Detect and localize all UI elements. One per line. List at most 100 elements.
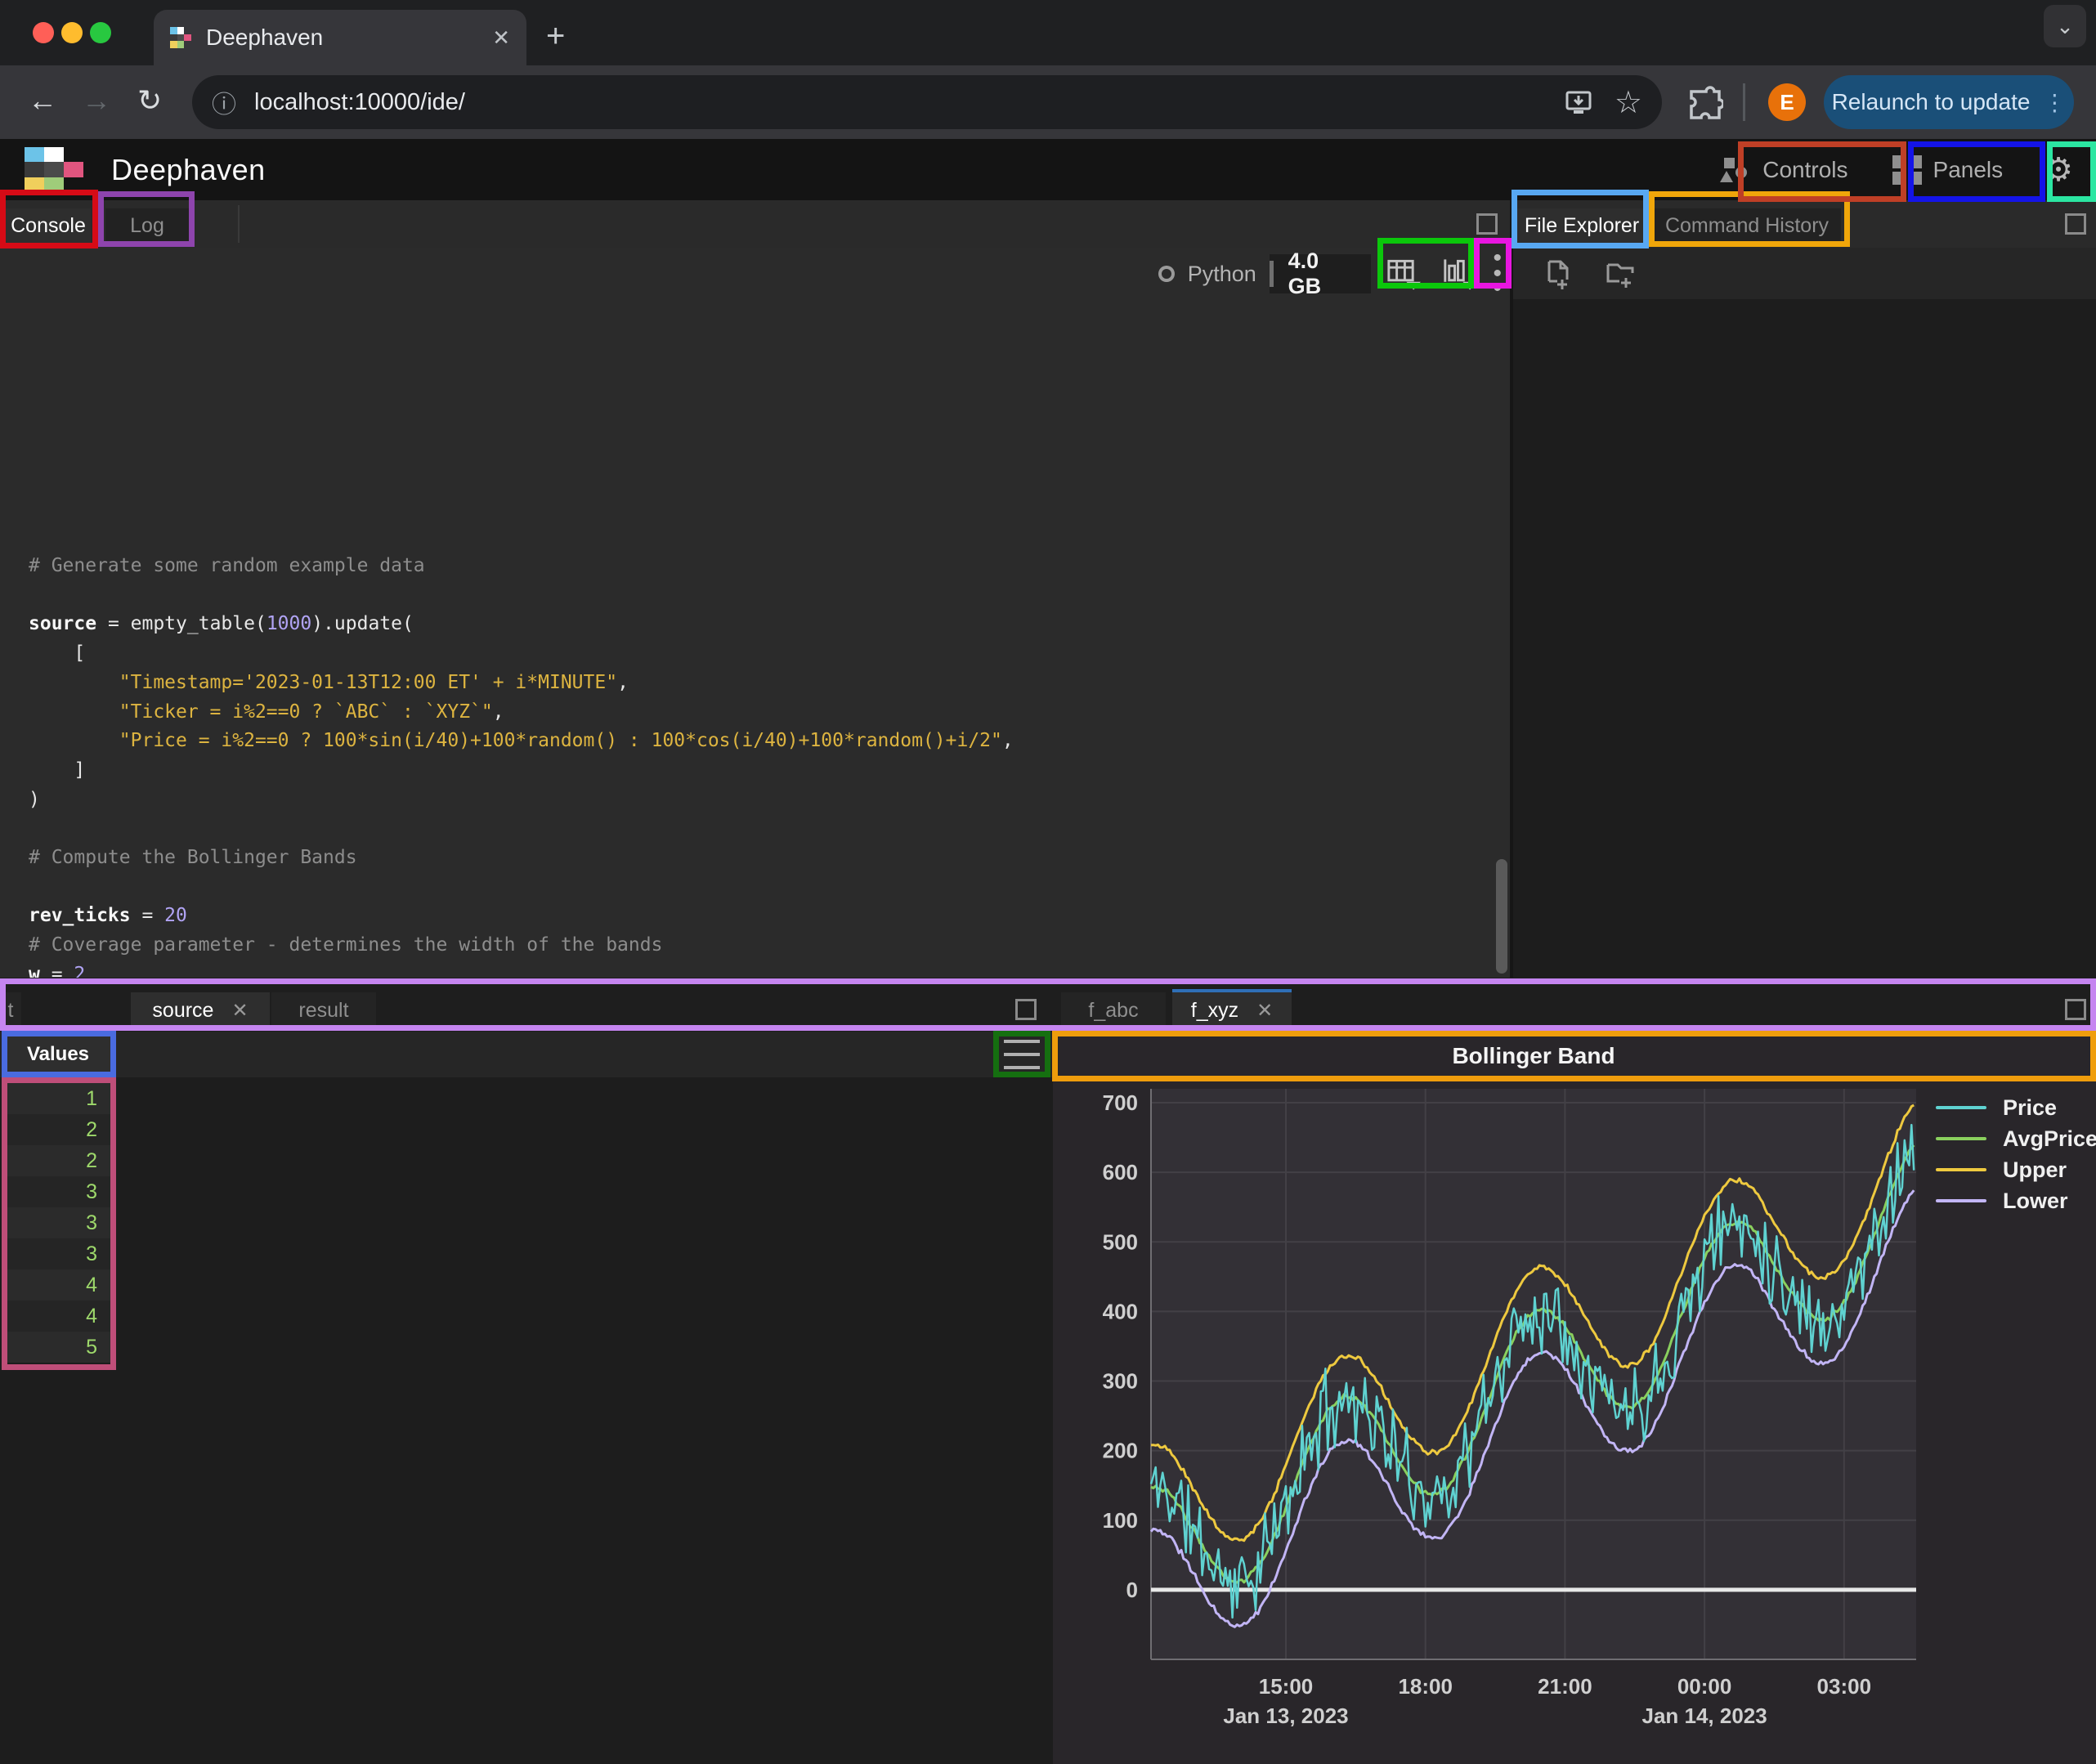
legend-swatch <box>1936 1168 1986 1171</box>
tab-log[interactable]: Log <box>105 208 189 243</box>
controls-shapes-icon <box>1717 154 1751 186</box>
tab-console[interactable]: Console <box>6 208 91 243</box>
site-info-icon[interactable]: ⓘ <box>212 84 236 120</box>
svg-text:Jan 14, 2023: Jan 14, 2023 <box>1641 1704 1767 1728</box>
console-tabstrip: Console Log <box>0 200 1510 248</box>
back-icon[interactable]: ← <box>28 83 57 118</box>
browser-tab-bar: Deephaven ✕ + ⌄ <box>0 0 2096 65</box>
deephaven-favicon <box>170 27 191 48</box>
memory-value: 4.0 GB <box>1288 248 1356 299</box>
tab-result[interactable]: result <box>271 992 376 1028</box>
table-row[interactable]: 5 <box>6 1332 110 1363</box>
code-line: source = empty_table(1000).update( <box>29 610 1484 639</box>
window-zoom-button[interactable] <box>90 22 111 43</box>
svg-text:00:00: 00:00 <box>1677 1674 1732 1699</box>
code-line: # Generate some random example data <box>29 552 1484 581</box>
app-header: Deephaven Controls Panels ⚙ <box>0 139 2096 200</box>
tab-file-explorer[interactable]: File Explorer <box>1517 208 1646 243</box>
legend-label: Upper <box>2003 1157 2067 1183</box>
code-line: ) <box>29 786 1484 815</box>
bollinger-chart-panel: Bollinger Band 010020030040050060070015:… <box>1053 1032 2096 1764</box>
window-minimize-button[interactable] <box>61 22 83 43</box>
tab-search-button[interactable]: ⌄ <box>2044 5 2086 47</box>
chart-panels-dropdown-icon[interactable] <box>1439 254 1480 293</box>
console-panel: Python 4.0 GB ••• # Genera <box>0 248 1510 978</box>
svg-text:300: 300 <box>1103 1369 1138 1394</box>
bottom-left-maximize-icon[interactable] <box>1015 999 1037 1020</box>
controls-button[interactable]: Controls <box>1717 154 1847 186</box>
chart-legend: Price AvgPrice Upper Lower <box>1936 1092 2096 1216</box>
tab-f-xyz[interactable]: f_xyz ✕ <box>1172 989 1292 1028</box>
legend-item[interactable]: AvgPrice <box>1936 1123 2096 1154</box>
code-line: # Coverage parameter - determines the wi… <box>29 931 1484 960</box>
console-maximize-icon[interactable] <box>1476 213 1498 235</box>
table-row[interactable]: 2 <box>6 1114 110 1145</box>
screenshot-root: Deephaven ✕ + ⌄ ← → ↻ ⓘ localhost:10000/… <box>0 0 2096 1764</box>
tab-f-xyz-close-icon[interactable]: ✕ <box>1256 999 1273 1023</box>
tab-command-history[interactable]: Command History <box>1653 208 1841 243</box>
omnibox[interactable]: ⓘ localhost:10000/ide/ ☆ <box>192 75 1662 129</box>
legend-label: Lower <box>2003 1189 2068 1214</box>
table-menu-hamburger-icon[interactable] <box>1004 1040 1040 1069</box>
new-tab-button[interactable]: + <box>546 18 565 55</box>
profile-avatar[interactable]: E <box>1768 83 1806 121</box>
svg-text:400: 400 <box>1103 1299 1138 1323</box>
url-text[interactable]: localhost:10000/ide/ <box>254 89 1562 116</box>
extensions-puzzle-icon[interactable] <box>1681 80 1723 123</box>
code-line <box>29 581 1484 611</box>
code-line: rev_ticks = 20 <box>29 902 1484 931</box>
console-status-toolbar: Python 4.0 GB ••• <box>1158 254 1502 293</box>
new-folder-icon[interactable] <box>1601 255 1639 293</box>
svg-text:500: 500 <box>1103 1229 1138 1254</box>
table-panels-dropdown-icon[interactable] <box>1384 254 1426 293</box>
column-header-values[interactable]: Values <box>6 1036 110 1073</box>
file-explorer-maximize-icon[interactable] <box>2065 213 2086 235</box>
legend-item[interactable]: Upper <box>1936 1154 2096 1185</box>
install-app-icon[interactable] <box>1562 86 1595 119</box>
table-row[interactable]: 3 <box>6 1176 110 1207</box>
bottom-right-tabstrip: f_abc f_xyz ✕ <box>1053 978 2096 1032</box>
panel-divider[interactable] <box>1510 200 1513 978</box>
code-line: # Compute the Bollinger Bands <box>29 844 1484 873</box>
session-status-icon <box>1158 266 1175 282</box>
browser-menu-kebab-icon[interactable]: ⋮ <box>2043 89 2066 116</box>
forward-icon[interactable]: → <box>82 83 111 118</box>
tab-close-icon[interactable]: ✕ <box>492 25 510 51</box>
table-row[interactable]: 3 <box>6 1238 110 1269</box>
console-overflow-kebab-icon[interactable]: ••• <box>1493 251 1502 297</box>
legend-label: AvgPrice <box>2003 1126 2096 1152</box>
svg-text:18:00: 18:00 <box>1398 1674 1453 1699</box>
table-row[interactable]: 2 <box>6 1145 110 1176</box>
legend-swatch <box>1936 1137 1986 1140</box>
table-row[interactable]: 1 <box>6 1083 110 1114</box>
browser-tab[interactable]: Deephaven ✕ <box>154 10 526 65</box>
svg-text:03:00: 03:00 <box>1817 1674 1872 1699</box>
reload-icon[interactable]: ↻ <box>137 83 162 118</box>
legend-item[interactable]: Lower <box>1936 1185 2096 1216</box>
bookmark-star-icon[interactable]: ☆ <box>1615 84 1642 121</box>
panels-grid-icon <box>1892 155 1922 185</box>
browser-tab-title: Deephaven <box>206 25 492 51</box>
tab-t[interactable]: t <box>0 992 21 1028</box>
new-file-icon[interactable] <box>1539 255 1577 293</box>
code-line: "Ticker = i%2==0 ? `ABC` : `XYZ`", <box>29 698 1484 728</box>
panels-button[interactable]: Panels <box>1892 155 2004 185</box>
tab-f-abc[interactable]: f_abc <box>1061 992 1166 1028</box>
source-table-panel: Values 122333445 <box>0 1032 1053 1764</box>
table-row[interactable]: 3 <box>6 1207 110 1238</box>
legend-item[interactable]: Price <box>1936 1092 2096 1123</box>
relaunch-to-update-button[interactable]: Relaunch to update ⋮ <box>1824 75 2074 129</box>
code-line: ] <box>29 756 1484 786</box>
window-close-button[interactable] <box>33 22 54 43</box>
tab-source[interactable]: source ✕ <box>131 992 270 1028</box>
svg-text:Jan 13, 2023: Jan 13, 2023 <box>1223 1704 1348 1728</box>
tab-source-close-icon[interactable]: ✕ <box>231 999 248 1023</box>
svg-text:200: 200 <box>1103 1439 1138 1463</box>
panels-label: Panels <box>1933 157 2004 183</box>
editor-scrollbar[interactable] <box>1496 859 1507 974</box>
table-header-row: Values <box>0 1032 1053 1077</box>
bottom-right-maximize-icon[interactable] <box>2065 999 2086 1020</box>
table-row[interactable]: 4 <box>6 1269 110 1301</box>
table-row[interactable]: 4 <box>6 1301 110 1332</box>
settings-gear-icon[interactable]: ⚙ <box>2044 151 2073 189</box>
